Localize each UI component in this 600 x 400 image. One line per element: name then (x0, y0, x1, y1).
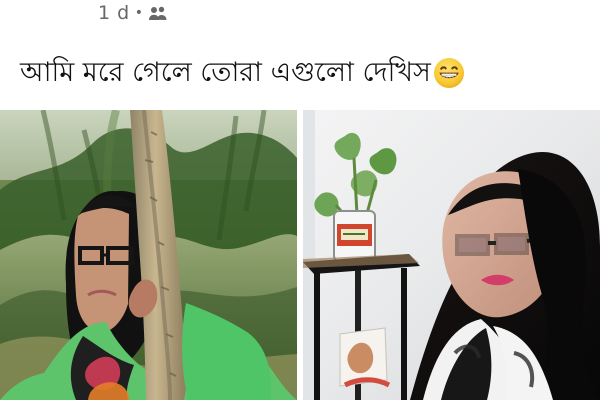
facebook-post: 1 d • আমি মরে গেলে তোরা এগুলো দেখিস (0, 0, 600, 400)
friends-icon (148, 5, 168, 21)
photo-grid (0, 110, 600, 400)
grinning-face-icon (433, 57, 465, 89)
post-time: 1 d (98, 1, 130, 24)
left-photo[interactable] (0, 110, 297, 400)
right-photo[interactable] (303, 110, 600, 400)
meta-separator-dot: • (134, 4, 143, 21)
post-caption: আমি মরে গেলে তোরা এগুলো দেখিস (20, 52, 580, 94)
post-meta: 1 d • (98, 2, 168, 24)
caption-text: আমি মরে গেলে তোরা এগুলো দেখিস (20, 57, 431, 89)
